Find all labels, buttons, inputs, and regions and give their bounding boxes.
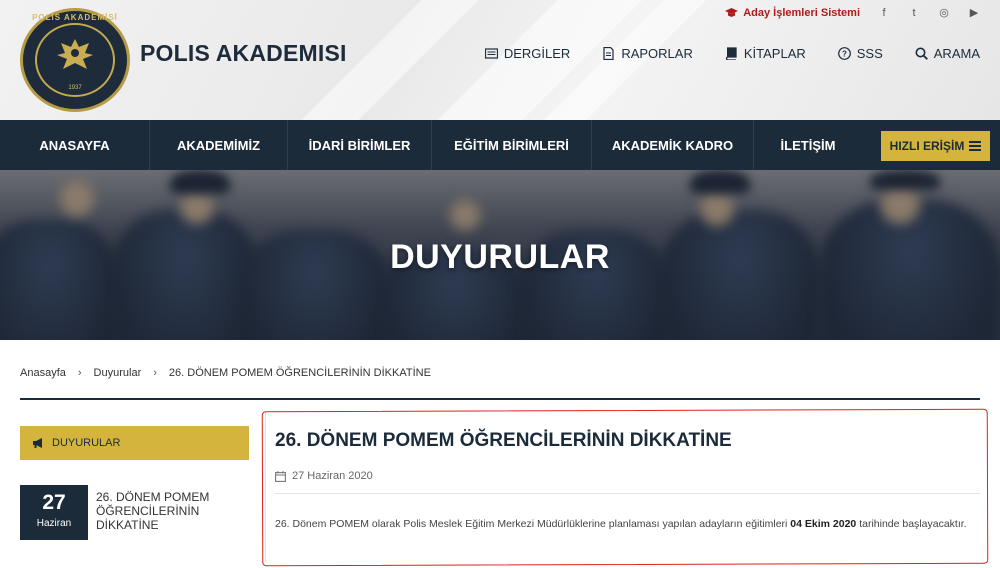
question-icon: ? [837, 47, 851, 60]
sidebar-date-month: Haziran [36, 518, 72, 529]
page-banner: DUYURULAR [0, 170, 1000, 340]
breadcrumb-duyurular[interactable]: Duyurular [94, 367, 142, 379]
top-links: Aday İşlemleri Sistemi f t ◎ ▶ [725, 6, 980, 19]
article-body-text-end: tarihinde başlayacaktır. [859, 518, 967, 530]
academy-logo[interactable]: POLİS AKADEMİSİ 1937 [20, 8, 130, 112]
search-icon [915, 47, 928, 60]
article-date: 27 Haziran 2020 [275, 470, 373, 482]
nav-item-iletisim[interactable]: İLETİŞİM [754, 120, 862, 170]
utility-kitaplar[interactable]: KİTAPLAR [725, 46, 806, 61]
megaphone-icon [33, 438, 42, 448]
sidebar-date-badge[interactable]: 27 Haziran [20, 485, 88, 540]
eagle-emblem-icon [57, 39, 93, 69]
aday-link-label: Aday İşlemleri Sistemi [743, 6, 860, 19]
nav-item-egitim-birimleri[interactable]: EĞİTİM BİRİMLERİ [432, 120, 592, 170]
hamburger-icon [969, 141, 982, 151]
breadcrumb-separator-icon: › [153, 367, 157, 379]
nav-item-akademik-kadro[interactable]: AKADEMİK KADRO [592, 120, 754, 170]
book-icon [725, 47, 737, 60]
brand-name[interactable]: POLIS AKADEMISI [140, 40, 347, 67]
breadcrumb: Anasayfa › Duyurular › 26. DÖNEM POMEM Ö… [20, 367, 431, 379]
breadcrumb-home[interactable]: Anasayfa [20, 367, 66, 379]
utility-label: RAPORLAR [621, 46, 693, 61]
sidebar-date-day: 27 [42, 491, 66, 514]
article-body-date: 04 Ekim 2020 [790, 518, 857, 530]
utility-label: SSS [856, 46, 883, 61]
utility-label: KİTAPLAR [743, 46, 806, 61]
report-icon [603, 47, 614, 60]
article-title: 26. DÖNEM POMEM ÖĞRENCİLERİNİN DİKKATİNE [275, 430, 732, 451]
breadcrumb-current: 26. DÖNEM POMEM ÖĞRENCİLERİNİN DİKKATİNE [168, 367, 431, 379]
youtube-icon[interactable]: ▶ [968, 6, 980, 19]
twitter-icon[interactable]: t [908, 7, 920, 19]
utility-arama[interactable]: ARAMA [915, 46, 980, 61]
instagram-icon[interactable]: ◎ [938, 6, 950, 19]
graduation-cap-icon [725, 7, 739, 17]
article-body: 26. Dönem POMEM olarak Polis Meslek Eğit… [275, 518, 980, 530]
main-nav: ANASAYFA AKADEMİMİZ İDARİ BİRİMLER EĞİTİ… [0, 120, 1000, 170]
calendar-icon [275, 470, 286, 482]
utility-label: ARAMA [933, 46, 980, 61]
utility-sss[interactable]: ? SSS [837, 46, 883, 61]
sidebar-header[interactable]: DUYURULAR [20, 426, 249, 460]
article-date-text: 27 Haziran 2020 [292, 470, 373, 482]
column-divider [265, 412, 266, 562]
quick-access-button[interactable]: HIZLI ERİŞİM [881, 131, 990, 161]
aday-link[interactable]: Aday İşlemleri Sistemi [725, 7, 860, 19]
nav-item-idari-birimler[interactable]: İDARİ BİRİMLER [288, 120, 432, 170]
nav-item-anasayfa[interactable]: ANASAYFA [0, 120, 150, 170]
banner-title: DUYURULAR [390, 238, 610, 276]
article-body-text: 26. Dönem POMEM olarak Polis Meslek Eğit… [275, 518, 788, 530]
magazine-icon [484, 48, 498, 59]
site-header: POLİS AKADEMİSİ 1937 POLIS AKADEMISI Ada… [0, 0, 1000, 120]
sidebar-header-label: DUYURULAR [52, 437, 121, 449]
logo-year: 1937 [68, 85, 82, 91]
utility-label: DERGİLER [503, 46, 571, 61]
nav-item-akademimiz[interactable]: AKADEMİMİZ [150, 120, 288, 170]
quick-access-label: HIZLI ERİŞİM [889, 139, 965, 153]
article-divider [275, 493, 980, 494]
breadcrumb-separator-icon: › [77, 367, 82, 379]
logo-ring-text: POLİS AKADEMİSİ [32, 13, 118, 22]
divider [20, 398, 980, 400]
svg-text:?: ? [842, 50, 847, 59]
utility-links: DERGİLER RAPORLAR KİTAPLAR ? SSS ARAMA [484, 46, 980, 61]
utility-dergiler[interactable]: DERGİLER [484, 46, 571, 61]
utility-raporlar[interactable]: RAPORLAR [602, 46, 693, 61]
facebook-icon[interactable]: f [878, 7, 890, 19]
sidebar-item-title[interactable]: 26. DÖNEM POMEM ÖĞRENCİLERİNİN DİKKATİNE [96, 490, 256, 532]
